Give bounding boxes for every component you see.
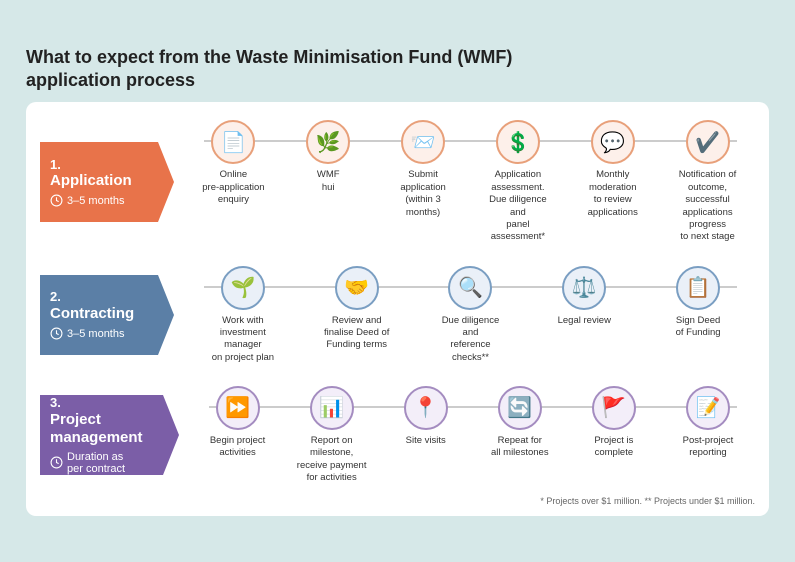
- step-icon-application-3: 💲: [496, 120, 540, 164]
- steps-area-application: 📄 Onlinepre-applicationenquiry 🌿 WMFhui 📨 Sub…: [186, 114, 755, 249]
- section-number-project-management: 3.: [50, 395, 143, 411]
- step-label-contracting-2: Due diligence andreference checks**: [434, 315, 506, 364]
- step-project-management-0: ⏩ Begin projectactivities: [191, 386, 285, 460]
- section-label-project-management: 3.Projectmanagement Duration asper contr…: [40, 395, 163, 475]
- step-contracting-4: 📋 Sign Deedof Funding: [641, 266, 755, 340]
- step-application-0: 📄 Onlinepre-applicationenquiry: [186, 120, 281, 206]
- step-label-project-management-3: Repeat forall milestones: [491, 435, 549, 460]
- step-icon-contracting-1: 🤝: [335, 266, 379, 310]
- step-project-management-4: 🚩 Project iscomplete: [567, 386, 661, 460]
- section-time-project-management: Duration asper contract: [50, 451, 143, 475]
- step-icon-application-2: 📨: [401, 120, 445, 164]
- step-label-project-management-2: Site visits: [406, 435, 446, 447]
- step-label-project-management-5: Post-projectreporting: [683, 435, 734, 460]
- step-label-project-management-4: Project iscomplete: [594, 435, 633, 460]
- step-label-application-2: Submitapplication(within 3 months): [387, 169, 459, 218]
- clock-icon: [50, 194, 63, 207]
- step-application-2: 📨 Submitapplication(within 3 months): [376, 120, 471, 218]
- step-contracting-3: ⚖️ Legal review: [527, 266, 641, 327]
- step-label-application-1: WMFhui: [317, 169, 340, 194]
- step-label-application-0: Onlinepre-applicationenquiry: [202, 169, 264, 206]
- section-time-contracting: 3–5 months: [50, 327, 138, 340]
- section-name-application: Application: [50, 172, 138, 190]
- step-icon-project-management-3: 🔄: [498, 386, 542, 430]
- step-label-contracting-0: Work withinvestment manageron project pl…: [207, 315, 279, 364]
- section-project-management: 3.Projectmanagement Duration asper contr…: [40, 380, 755, 490]
- step-project-management-3: 🔄 Repeat forall milestones: [473, 386, 567, 460]
- step-icon-contracting-0: 🌱: [221, 266, 265, 310]
- section-label-application: 1.Application 3–5 months: [40, 142, 158, 222]
- step-icon-project-management-4: 🚩: [592, 386, 636, 430]
- step-project-management-2: 📍 Site visits: [379, 386, 473, 447]
- section-name-contracting: Contracting: [50, 305, 138, 323]
- section-label-contracting: 2.Contracting 3–5 months: [40, 275, 158, 355]
- page-container: What to expect from the Waste Minimisati…: [12, 36, 783, 527]
- step-project-management-1: 📊 Report on milestone,receive paymentfor …: [285, 386, 379, 484]
- section-number-contracting: 2.: [50, 289, 138, 305]
- step-label-contracting-3: Legal review: [558, 315, 611, 327]
- step-icon-contracting-3: ⚖️: [562, 266, 606, 310]
- step-icon-application-5: ✔️: [686, 120, 730, 164]
- step-contracting-0: 🌱 Work withinvestment manageron project p…: [186, 266, 300, 364]
- step-icon-application-1: 🌿: [306, 120, 350, 164]
- step-application-1: 🌿 WMFhui: [281, 120, 376, 194]
- step-label-project-management-1: Report on milestone,receive paymentfor a…: [296, 435, 368, 484]
- step-icon-contracting-2: 🔍: [448, 266, 492, 310]
- step-icon-contracting-4: 📋: [676, 266, 720, 310]
- step-icon-application-4: 💬: [591, 120, 635, 164]
- section-application: 1.Application 3–5 months 📄 Onlinepre-appli…: [40, 114, 755, 249]
- section-name-project-management: Projectmanagement: [50, 411, 143, 447]
- steps-area-contracting: 🌱 Work withinvestment manageron project p…: [186, 260, 755, 370]
- step-label-project-management-0: Begin projectactivities: [210, 435, 265, 460]
- steps-area-project-management: ⏩ Begin projectactivities 📊 Report on miles…: [191, 380, 755, 490]
- step-application-5: ✔️ Notification ofoutcome, successfulappl…: [660, 120, 755, 243]
- step-contracting-2: 🔍 Due diligence andreference checks**: [414, 266, 528, 364]
- step-label-application-3: Applicationassessment.Due diligence andp…: [482, 169, 554, 243]
- step-icon-project-management-2: 📍: [404, 386, 448, 430]
- step-application-3: 💲 Applicationassessment.Due diligence and…: [470, 120, 565, 243]
- step-label-application-4: Monthlymoderationto reviewapplications: [588, 169, 638, 218]
- step-project-management-5: 📝 Post-projectreporting: [661, 386, 755, 460]
- process-card: 1.Application 3–5 months 📄 Onlinepre-appli…: [26, 102, 769, 516]
- clock-icon: [50, 327, 63, 340]
- section-time-application: 3–5 months: [50, 194, 138, 207]
- step-label-application-5: Notification ofoutcome, successfulapplic…: [672, 169, 744, 243]
- step-icon-application-0: 📄: [211, 120, 255, 164]
- step-icon-project-management-1: 📊: [310, 386, 354, 430]
- step-label-contracting-1: Review andfinalise Deed ofFunding terms: [324, 315, 389, 352]
- step-application-4: 💬 Monthlymoderationto reviewapplications: [565, 120, 660, 218]
- step-icon-project-management-5: 📝: [686, 386, 730, 430]
- step-icon-project-management-0: ⏩: [216, 386, 260, 430]
- section-contracting: 2.Contracting 3–5 months 🌱 Work withinvest…: [40, 260, 755, 370]
- section-number-application: 1.: [50, 157, 138, 173]
- step-label-contracting-4: Sign Deedof Funding: [676, 315, 721, 340]
- main-title: What to expect from the Waste Minimisati…: [26, 46, 769, 93]
- clock-icon: [50, 456, 63, 469]
- step-contracting-1: 🤝 Review andfinalise Deed ofFunding terms: [300, 266, 414, 352]
- footnote: * Projects over $1 million. ** Projects …: [40, 496, 755, 506]
